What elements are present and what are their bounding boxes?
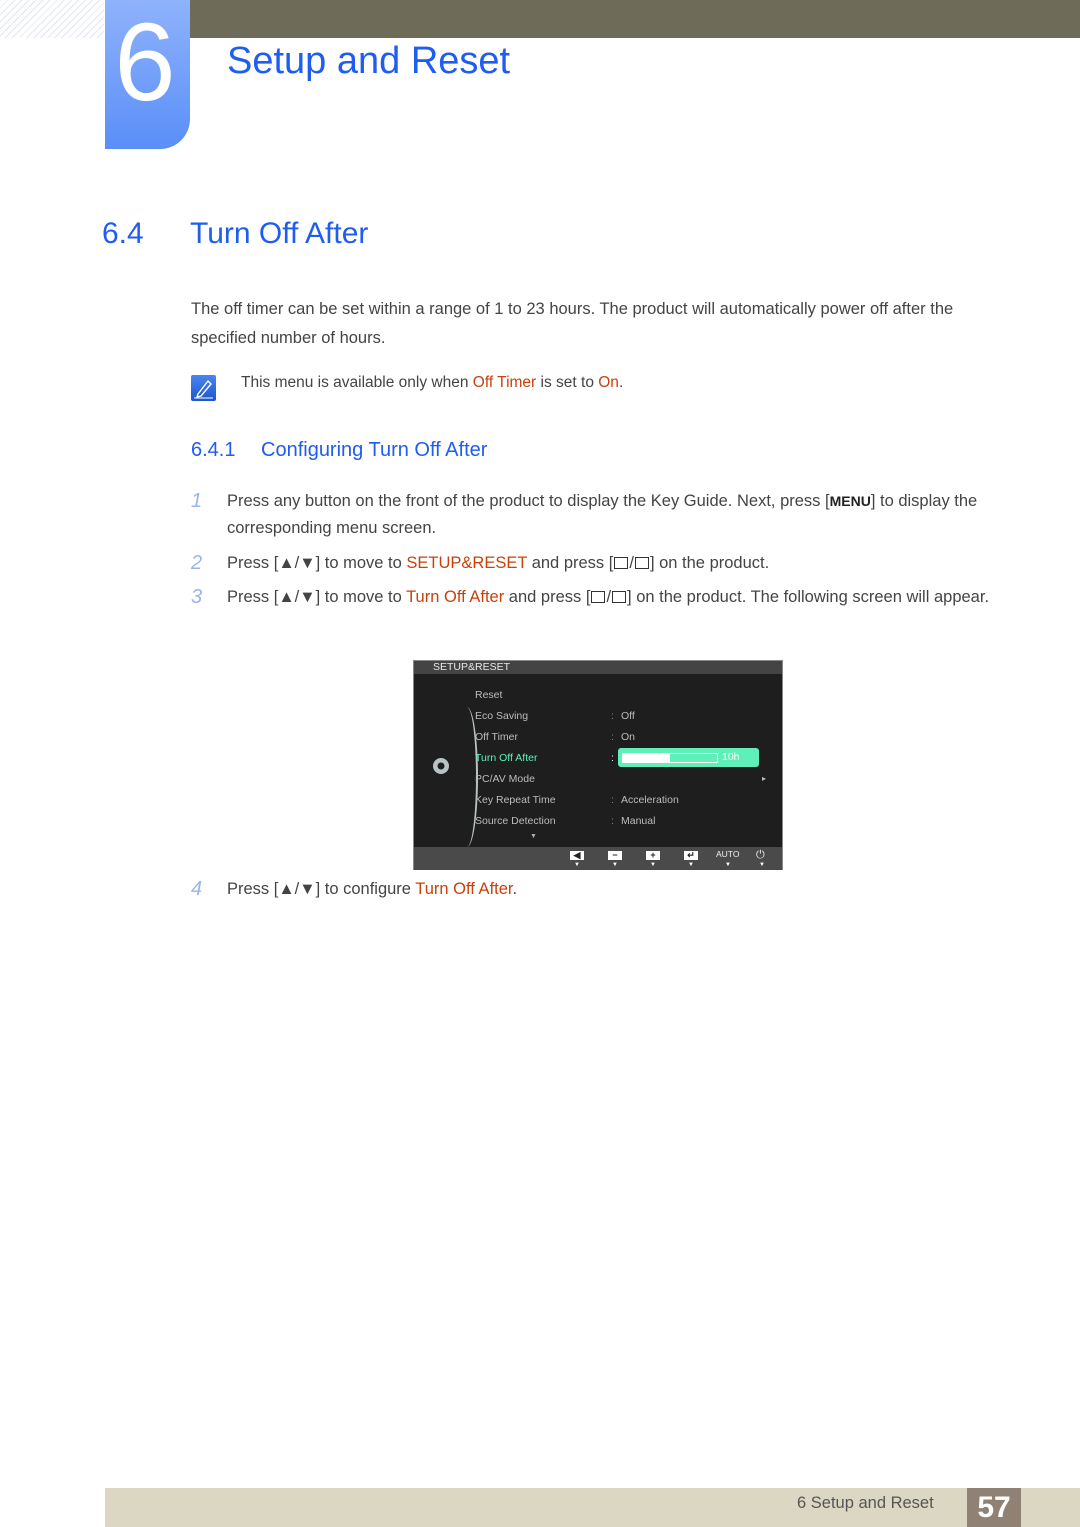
osd-row-source-detection: Source Detection: Manual: [475, 815, 656, 827]
step-number: 4: [191, 878, 203, 900]
subsection-number: 6.4.1: [191, 439, 236, 461]
highlight-on: On: [598, 374, 619, 391]
osd-slider: 10h: [618, 748, 759, 767]
step-2: 2 Press [▲/▼] to move to SETUP&RESET and…: [191, 550, 1011, 577]
step-number: 2: [191, 552, 203, 574]
subsection-title: 6.4.1 Configuring Turn Off After: [191, 439, 487, 462]
highlight-turn-off-after: Turn Off After: [406, 588, 505, 606]
osd-title: SETUP&RESET: [414, 661, 782, 674]
highlight-off-timer: Off Timer: [472, 374, 537, 391]
auto-key-label: AUTO: [716, 849, 740, 859]
step-3: 3 Press [▲/▼] to move to Turn Off After …: [191, 584, 1011, 611]
power-key-icon: ⏻: [756, 849, 765, 861]
source-button-icon: [591, 591, 606, 603]
osd-row-turn-off-after: Turn Off After: 10h: [475, 748, 775, 767]
scroll-down-icon: ▼: [530, 833, 537, 840]
osd-row-pc-av-mode: PC/AV Mode ▸: [475, 770, 775, 788]
section-title: 6.4 Turn Off After: [102, 217, 368, 251]
enter-button-icon: [634, 557, 649, 569]
menu-key: MENU: [829, 493, 871, 509]
left-key-icon: ◀: [570, 851, 584, 860]
osd-slider-fill: [623, 754, 670, 762]
step-4: 4 Press [▲/▼] to configure Turn Off Afte…: [191, 876, 1011, 903]
chapter-title: Setup and Reset: [227, 40, 511, 82]
enter-button-icon: [612, 591, 627, 603]
osd-slider-value: 10h: [722, 751, 740, 763]
header-hatch: [0, 0, 104, 38]
source-button-icon: [614, 557, 629, 569]
step-number: 1: [191, 490, 203, 512]
highlight-turn-off-after: Turn Off After: [415, 880, 513, 898]
section-number: 6.4: [102, 217, 144, 250]
section-title-text: Turn Off After: [190, 217, 369, 250]
osd-row-key-repeat-time: Key Repeat Time: Acceleration: [475, 794, 679, 806]
enter-key-icon: ↵: [684, 851, 698, 860]
highlight-setup-reset: SETUP&RESET: [406, 554, 528, 572]
osd-row-off-timer: Off Timer: On: [475, 731, 636, 743]
page-number: 57: [967, 1488, 1021, 1527]
osd-row-eco-saving: Eco Saving: Off: [475, 710, 635, 722]
header-bar: [190, 0, 1080, 38]
chapter-number: 6: [114, 1, 176, 124]
subsection-title-text: Configuring Turn Off After: [261, 439, 488, 461]
note-pencil-icon: [191, 375, 216, 401]
note-text: This menu is available only when Off Tim…: [241, 374, 624, 391]
submenu-arrow-icon: ▸: [762, 774, 767, 783]
step-1: 1 Press any button on the front of the p…: [191, 490, 978, 537]
osd-row-reset: Reset: [475, 689, 503, 701]
footer-chapter: 6 Setup and Reset: [797, 1494, 934, 1512]
minus-key-icon: −: [608, 851, 622, 860]
step-number: 3: [191, 586, 203, 608]
osd-menu-screenshot: SETUP&RESET Reset Eco Saving: Off Off Tim…: [413, 660, 783, 870]
osd-key-guide: ◀ ▼ − ▼ + ▼ ↵ ▼ AUTO ▼ ⏻ ▼: [414, 847, 782, 870]
plus-key-icon: +: [646, 851, 660, 860]
intro-paragraph: The off timer can be set within a range …: [191, 300, 954, 347]
gear-icon: [433, 758, 449, 774]
